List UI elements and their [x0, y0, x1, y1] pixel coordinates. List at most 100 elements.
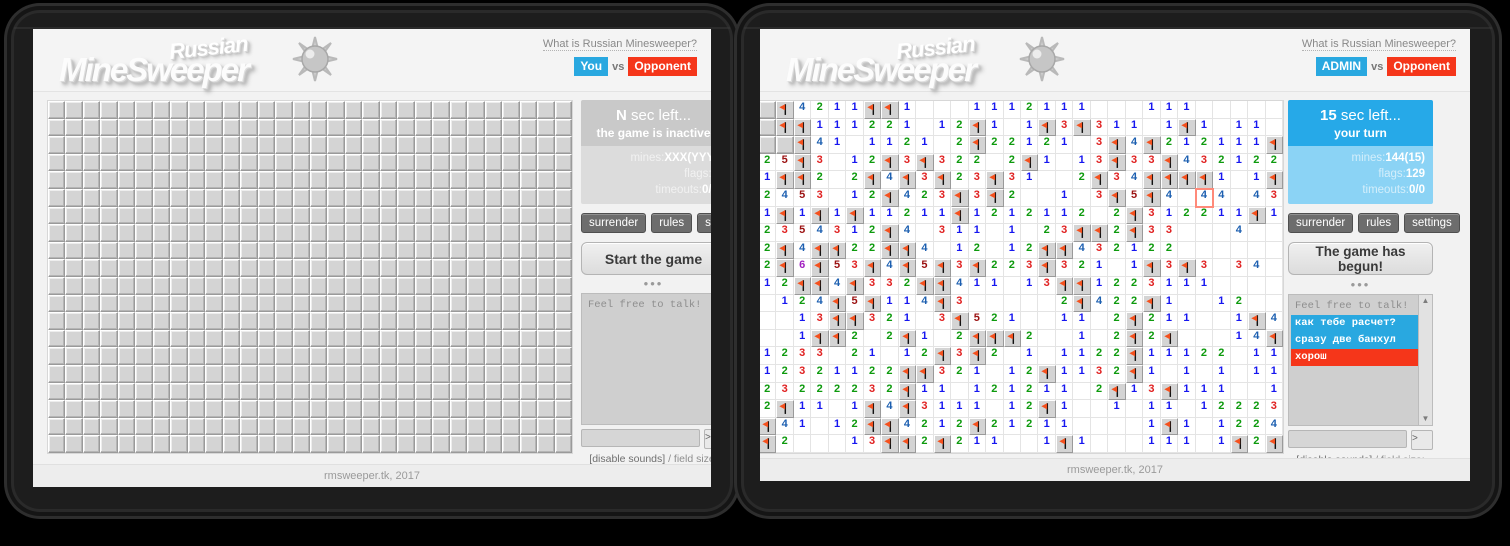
start-game-button[interactable]: Start the game: [581, 242, 711, 275]
cell-covered[interactable]: [537, 224, 555, 242]
cell-covered[interactable]: [397, 400, 415, 418]
cell-covered[interactable]: [344, 118, 363, 137]
cell-number[interactable]: 2: [881, 329, 899, 348]
cell-covered[interactable]: [222, 259, 241, 277]
cell-number[interactable]: 2: [863, 224, 882, 242]
cell-empty[interactable]: [1230, 241, 1249, 260]
cell-number[interactable]: 3: [846, 259, 864, 277]
cell-covered[interactable]: [467, 101, 485, 119]
cell-flag[interactable]: [1265, 171, 1283, 189]
cell-number[interactable]: 2: [1265, 153, 1283, 172]
cell-covered[interactable]: [117, 206, 136, 225]
cell-number[interactable]: 2: [1160, 136, 1179, 154]
minefield-grid[interactable]: [48, 101, 572, 453]
cell-number[interactable]: 1: [1003, 365, 1021, 383]
cell-number[interactable]: 1: [933, 382, 952, 401]
cell-number[interactable]: 1: [1055, 206, 1074, 225]
cell-covered[interactable]: [467, 347, 485, 365]
cell-number[interactable]: 2: [1073, 259, 1091, 277]
cell-covered[interactable]: [537, 294, 555, 313]
cell-covered[interactable]: [257, 294, 276, 313]
cell-number[interactable]: 2: [760, 224, 777, 242]
cell-covered[interactable]: [362, 241, 380, 260]
cell-flag[interactable]: [793, 136, 812, 154]
cell-number[interactable]: 1: [1021, 118, 1039, 137]
cell-covered[interactable]: [222, 277, 241, 295]
cell-covered[interactable]: [414, 206, 433, 225]
cell-covered[interactable]: [537, 136, 555, 154]
cell-empty[interactable]: [1248, 101, 1266, 119]
cell-covered[interactable]: [117, 136, 136, 154]
cell-covered[interactable]: [554, 329, 572, 348]
cell-covered[interactable]: [502, 382, 520, 401]
cell-number[interactable]: 3: [951, 347, 969, 365]
cell-covered[interactable]: [240, 206, 258, 225]
cell-number[interactable]: 1: [916, 382, 934, 401]
cell-number[interactable]: 5: [828, 259, 847, 277]
cell-number[interactable]: 2: [968, 241, 987, 260]
cell-flag[interactable]: [986, 189, 1004, 207]
cell-number[interactable]: 2: [1108, 277, 1126, 295]
surrender-button[interactable]: surrender: [581, 213, 647, 233]
cell-number[interactable]: 1: [1073, 329, 1091, 348]
cell-covered[interactable]: [760, 118, 777, 137]
cell-number[interactable]: 2: [1038, 136, 1056, 154]
cell-covered[interactable]: [152, 435, 171, 453]
cell-covered[interactable]: [240, 153, 258, 172]
cell-covered[interactable]: [344, 224, 363, 242]
cell-empty[interactable]: [1195, 365, 1214, 383]
cell-covered[interactable]: [292, 347, 310, 365]
cell-covered[interactable]: [48, 224, 66, 242]
cell-flag[interactable]: [811, 277, 829, 295]
cell-covered[interactable]: [554, 347, 572, 365]
cell-covered[interactable]: [152, 417, 171, 436]
cell-covered[interactable]: [310, 136, 328, 154]
cell-empty[interactable]: [1055, 329, 1074, 348]
cell-number[interactable]: 2: [1248, 417, 1266, 436]
cell-covered[interactable]: [379, 259, 398, 277]
cell-number[interactable]: 3: [1143, 153, 1161, 172]
cell-covered[interactable]: [362, 312, 380, 330]
cell-number[interactable]: 2: [1108, 312, 1126, 330]
cell-covered[interactable]: [292, 435, 310, 453]
cell-covered[interactable]: [414, 189, 433, 207]
cell-number[interactable]: 1: [1003, 382, 1021, 401]
cell-number[interactable]: 3: [811, 312, 829, 330]
cell-number[interactable]: 2: [760, 400, 777, 418]
cell-covered[interactable]: [519, 101, 538, 119]
cell-number[interactable]: 2: [916, 417, 934, 436]
cell-number[interactable]: 1: [846, 189, 864, 207]
cell-empty[interactable]: [1248, 277, 1266, 295]
cell-number[interactable]: 2: [776, 365, 794, 383]
cell-number[interactable]: 4: [1230, 224, 1249, 242]
cell-covered[interactable]: [275, 347, 293, 365]
cell-flag[interactable]: [1265, 435, 1283, 453]
cell-number[interactable]: 2: [881, 312, 899, 330]
minefield-grid[interactable]: 4211111121111111112211211331111114111212…: [760, 101, 1283, 453]
cell-covered[interactable]: [257, 400, 276, 418]
cell-number[interactable]: 4: [776, 417, 794, 436]
cell-number[interactable]: 4: [881, 400, 899, 418]
cell-covered[interactable]: [519, 347, 538, 365]
cell-number[interactable]: 1: [811, 118, 829, 137]
cell-number[interactable]: 1: [1038, 435, 1056, 453]
cell-flag[interactable]: [933, 294, 952, 313]
cell-covered[interactable]: [222, 136, 241, 154]
cell-covered[interactable]: [292, 118, 310, 137]
cell-covered[interactable]: [275, 382, 293, 401]
cell-number[interactable]: 1: [1055, 400, 1074, 418]
cell-flag[interactable]: [863, 171, 882, 189]
cell-number[interactable]: 2: [793, 294, 812, 313]
cell-covered[interactable]: [205, 118, 223, 137]
cell-covered[interactable]: [344, 435, 363, 453]
cell-empty[interactable]: [1230, 347, 1249, 365]
cell-number[interactable]: 1: [881, 206, 899, 225]
cell-covered[interactable]: [379, 153, 398, 172]
cell-empty[interactable]: [986, 365, 1004, 383]
cell-covered[interactable]: [187, 224, 206, 242]
cell-covered[interactable]: [292, 365, 310, 383]
cell-number[interactable]: 4: [776, 189, 794, 207]
cell-number[interactable]: 1: [1160, 347, 1179, 365]
cell-flag[interactable]: [916, 277, 934, 295]
cell-covered[interactable]: [292, 400, 310, 418]
